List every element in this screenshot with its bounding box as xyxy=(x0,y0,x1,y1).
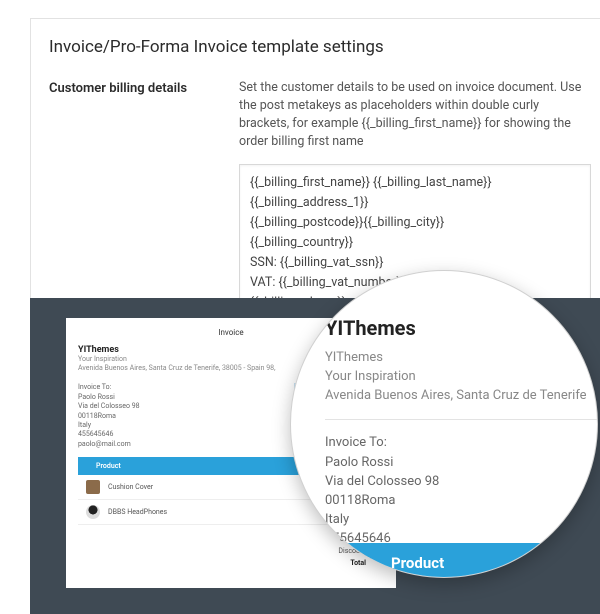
lens-sub-line: Avenida Buenos Aires, Santa Cruz de Tene… xyxy=(325,387,598,406)
lens-to-line: Via del Colosseo 98 xyxy=(325,473,598,492)
invoice-to-line: Via del Colosseo 98 xyxy=(78,402,294,411)
lens-from-label: From: xyxy=(325,293,598,312)
lens-to-line: Italy xyxy=(325,511,598,530)
lens-to-heading: Invoice To: xyxy=(325,434,598,453)
lens-company: YIThemes xyxy=(325,314,598,343)
invoice-to-line: 455645646 xyxy=(78,430,294,439)
invoice-to-line: Paolo Rossi xyxy=(78,393,294,402)
lens-to-line: 00118Roma xyxy=(325,492,598,511)
col-product: Product xyxy=(86,462,310,470)
settings-title: Invoice/Pro-Forma Invoice template setti… xyxy=(49,37,591,57)
lens-product-header: Product xyxy=(291,543,597,578)
invoice-to-line: Italy xyxy=(78,421,294,430)
invoice-to-line: paolo@mail.com xyxy=(78,440,294,449)
divider xyxy=(325,419,598,420)
lens-sub-line: YIThemes xyxy=(325,349,598,368)
lens-to-line: Paolo Rossi xyxy=(325,454,598,473)
invoice-to-line: 00118Roma xyxy=(78,412,294,421)
invoice-to-block: Invoice To: Paolo Rossi Via del Colosseo… xyxy=(78,383,294,449)
settings-description: Set the customer details to be used on i… xyxy=(239,79,591,152)
invoice-to-heading: Invoice To: xyxy=(78,383,294,392)
lens-sub-line: Your Inspiration xyxy=(325,368,598,387)
lens-content: From: YIThemes YIThemes Your Inspiration… xyxy=(325,293,598,567)
product-thumb-icon xyxy=(86,505,100,519)
magnifier-lens: From: YIThemes YIThemes Your Inspiration… xyxy=(290,270,598,578)
product-name: Cushion Cover xyxy=(108,483,310,491)
product-thumb-icon xyxy=(86,480,100,494)
product-name: DBBS HeadPhones xyxy=(108,508,310,516)
